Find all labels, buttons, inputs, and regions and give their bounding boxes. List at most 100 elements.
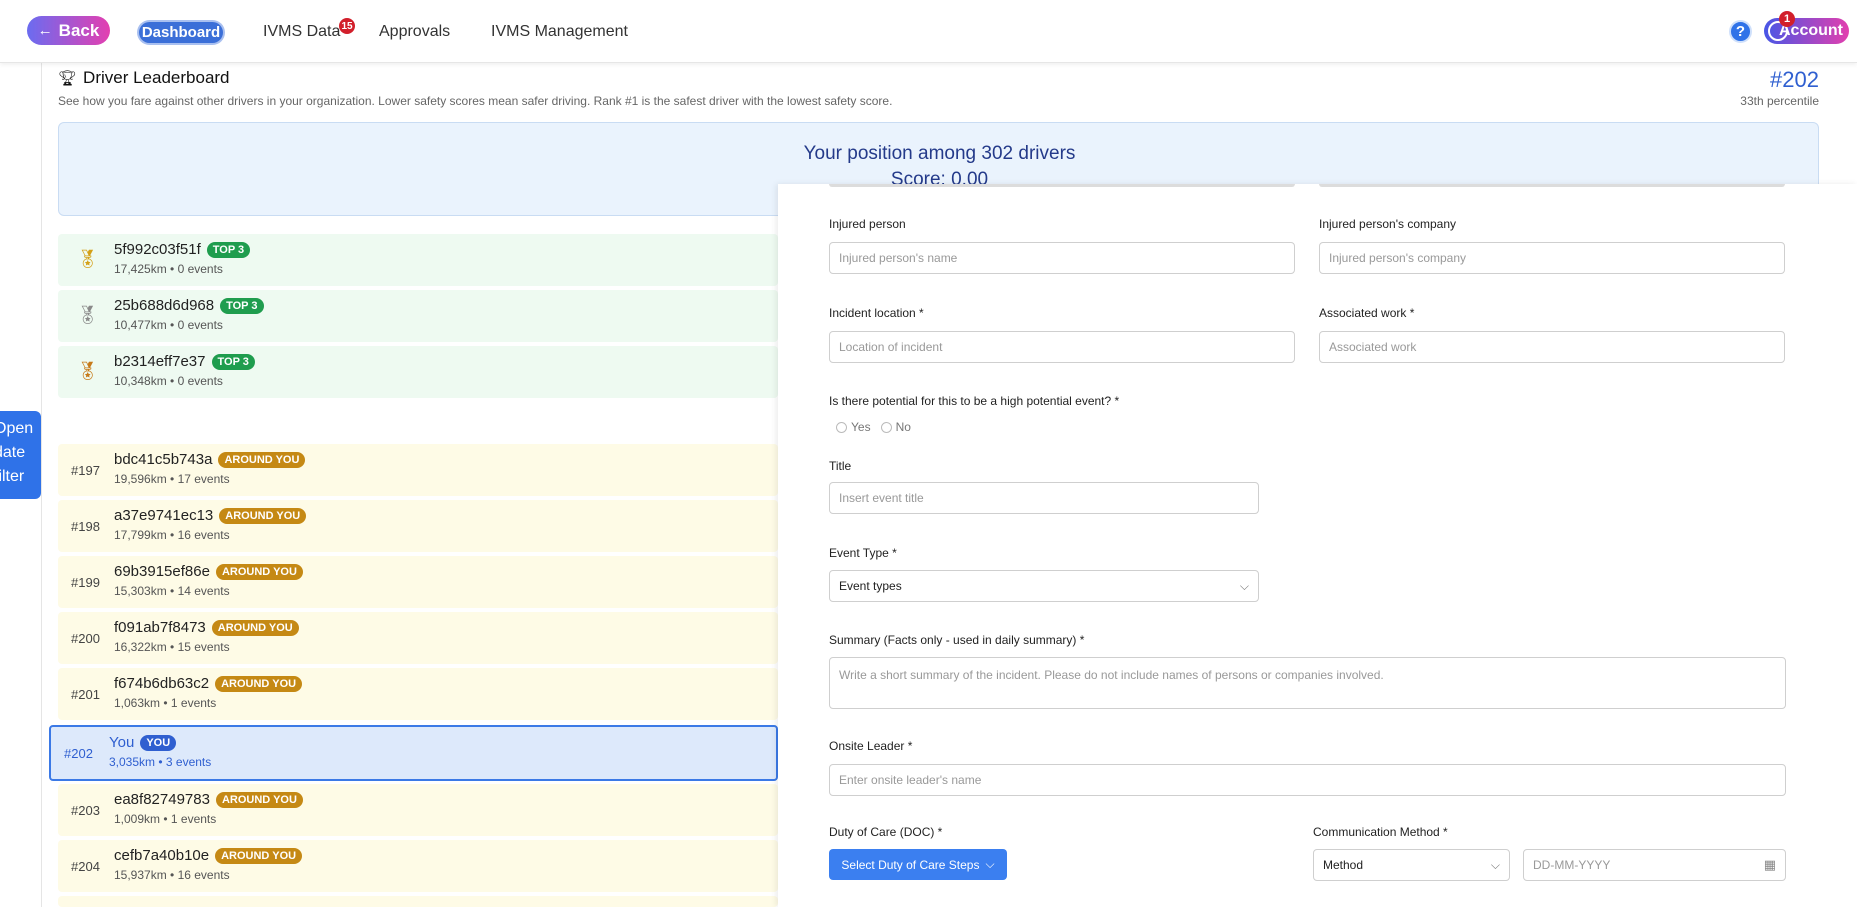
- medal-gold-icon: 🏅︎: [76, 249, 99, 269]
- account-button[interactable]: Account: [1764, 18, 1849, 44]
- driver-rank: #201: [71, 687, 100, 702]
- driver-rank: #197: [71, 463, 100, 478]
- date-placeholder: DD-MM-YYYY: [1533, 858, 1611, 872]
- driver-name: cefb7a40b10e AROUND YOU: [114, 847, 303, 864]
- onsite-leader-label: Onsite Leader *: [829, 739, 913, 753]
- driver-name: ea8f82749783 AROUND YOU: [114, 791, 303, 808]
- method-value: Method: [1323, 858, 1364, 872]
- incident-location-input[interactable]: Location of incident: [829, 331, 1295, 363]
- driver-meta: 17,799km • 16 events: [114, 528, 230, 542]
- open-date-filter-button[interactable]: Open date filter: [0, 411, 41, 499]
- injured-person-input[interactable]: Injured person's name: [829, 242, 1295, 274]
- driver-meta: 3,035km • 3 events: [109, 755, 212, 769]
- summary-textarea[interactable]: Write a short summary of the incident. P…: [829, 657, 1786, 709]
- injured-company-label: Injured person's company: [1319, 217, 1457, 231]
- around-you-badge: AROUND YOU: [215, 563, 303, 580]
- driver-meta: 15,303km • 14 events: [114, 584, 230, 598]
- around-you-badge: AROUND YOU: [215, 675, 303, 692]
- radio-circle-icon: [836, 422, 847, 434]
- incident-location-label: Incident location *: [829, 306, 924, 320]
- arrow-left-icon: ←: [37, 22, 53, 39]
- chevron-down-icon: ⌵: [1490, 857, 1500, 872]
- event-type-select[interactable]: Event types ⌵: [829, 570, 1259, 602]
- incident-form-panel: Injured person Injured person's name Inj…: [778, 184, 1857, 907]
- position-title: Your position among 302 drivers: [803, 143, 1076, 164]
- driver-rank: #202: [64, 746, 93, 761]
- event-type-label: Event Type *: [829, 546, 897, 560]
- driver-meta: 19,596km • 17 events: [114, 472, 230, 486]
- top3-badge: TOP 3: [211, 353, 255, 370]
- driver-meta: 10,348km • 0 events: [114, 374, 223, 388]
- driver-meta: 16,322km • 15 events: [114, 640, 230, 654]
- leaderboard-title: 🏆︎ Driver Leaderboard: [58, 68, 230, 88]
- associated-work-input[interactable]: Associated work: [1319, 331, 1785, 363]
- leaderboard-row[interactable]: 🏅︎ 5f992c03f51f TOP 3 17,425km • 0 events: [58, 234, 778, 286]
- doc-label: Duty of Care (DOC) *: [829, 825, 943, 839]
- driver-rank: #198: [71, 519, 100, 534]
- leaderboard-row[interactable]: #203 ea8f82749783 AROUND YOU 1,009km • 1 …: [58, 784, 778, 836]
- driver-meta: 15,937km • 16 events: [114, 868, 230, 882]
- driver-rank: #199: [71, 575, 100, 590]
- driver-name: f091ab7f8473 AROUND YOU: [114, 619, 299, 636]
- help-icon[interactable]: ?: [1729, 20, 1752, 43]
- leaderboard-row[interactable]: #199 69b3915ef86e AROUND YOU 15,303km • 1…: [58, 556, 778, 608]
- title-label: Title: [829, 459, 852, 473]
- leaderboard-row[interactable]: #201 f674b6db63c2 AROUND YOU 1,063km • 1 …: [58, 668, 778, 720]
- account-badge: 1: [1779, 11, 1795, 27]
- nav-ivms-data[interactable]: IVMS Data: [263, 23, 340, 41]
- leaderboard-row[interactable]: #197 bdc41c5b743a AROUND YOU 19,596km • 1…: [58, 444, 778, 496]
- select-duty-of-care-button[interactable]: Select Duty of Care Steps ⌵: [829, 849, 1007, 880]
- driver-name: You YOU: [109, 734, 177, 751]
- driver-meta: 17,425km • 0 events: [114, 262, 223, 276]
- filter-tab-line: date: [0, 444, 26, 461]
- radio-yes[interactable]: Yes: [836, 420, 871, 434]
- you-badge: YOU: [140, 734, 177, 751]
- onsite-leader-input[interactable]: Enter onsite leader's name: [829, 764, 1786, 796]
- my-percentile: 33th percentile: [1740, 94, 1819, 108]
- chevron-down-icon: ⌵: [1239, 578, 1249, 593]
- nav-dashboard[interactable]: Dashboard: [139, 22, 223, 43]
- leaderboard-row[interactable]: 🏅︎ 25b688d6d968 TOP 3 10,477km • 0 events: [58, 290, 778, 342]
- back-label: Back: [58, 20, 100, 40]
- driver-rank: #204: [71, 859, 100, 874]
- driver-name: a37e9741ec13 AROUND YOU: [114, 507, 307, 524]
- leaderboard-row-you[interactable]: #202 You YOU 3,035km • 3 events: [49, 725, 778, 781]
- leaderboard-row[interactable]: 🏅︎ b2314eff7e37 TOP 3 10,348km • 0 events: [58, 346, 778, 398]
- title-input[interactable]: Insert event title: [829, 482, 1259, 514]
- injured-person-label: Injured person: [829, 217, 906, 231]
- around-you-badge: AROUND YOU: [215, 791, 303, 808]
- method-select[interactable]: Method ⌵: [1313, 849, 1510, 881]
- nav-ivms-management[interactable]: IVMS Management: [491, 23, 628, 41]
- date-input[interactable]: DD-MM-YYYY ▦: [1523, 849, 1786, 881]
- leaderboard-title-text: Driver Leaderboard: [83, 68, 230, 87]
- filter-tab-line: Open: [0, 420, 34, 437]
- leaderboard-row[interactable]: #204 cefb7a40b10e AROUND YOU 15,937km • 1…: [58, 840, 778, 892]
- leaderboard-row[interactable]: #198 a37e9741ec13 AROUND YOU 17,799km • 1…: [58, 500, 778, 552]
- injured-company-input[interactable]: Injured person's company: [1319, 242, 1785, 274]
- driver-name: 25b688d6d968 TOP 3: [114, 297, 264, 314]
- doc-button-label: Select Duty of Care Steps: [841, 857, 980, 872]
- driver-name: 5f992c03f51f TOP 3: [114, 241, 251, 258]
- around-you-badge: AROUND YOU: [211, 619, 299, 636]
- around-you-badge: AROUND YOU: [215, 847, 303, 864]
- leaderboard-row[interactable]: #200 f091ab7f8473 AROUND YOU 16,322km • 1…: [58, 612, 778, 664]
- chevron-down-icon: ⌵: [985, 857, 995, 871]
- left-rail: [41, 63, 42, 907]
- filter-tab-line: filter: [0, 468, 25, 485]
- ivms-data-badge: 15: [339, 18, 355, 34]
- driver-meta: 1,009km • 1 events: [114, 812, 217, 826]
- nav-approvals[interactable]: Approvals: [379, 23, 450, 41]
- driver-name: f674b6db63c2 AROUND YOU: [114, 675, 303, 692]
- driver-name: b2314eff7e37 TOP 3: [114, 353, 255, 370]
- driver-name: 69b3915ef86e AROUND YOU: [114, 563, 303, 580]
- associated-work-label: Associated work *: [1319, 306, 1415, 320]
- my-rank: #202: [1770, 67, 1819, 92]
- scroll-edge: [829, 184, 1295, 187]
- radio-no[interactable]: No: [880, 420, 911, 434]
- trophy-icon: 🏆︎: [58, 70, 78, 87]
- leaderboard-row: [58, 896, 778, 907]
- high-potential-radio-group: Yes No: [836, 420, 911, 434]
- medal-bronze-icon: 🏅︎: [76, 361, 99, 381]
- back-button[interactable]: ← Back: [27, 16, 110, 45]
- around-you-badge: AROUND YOU: [219, 507, 307, 524]
